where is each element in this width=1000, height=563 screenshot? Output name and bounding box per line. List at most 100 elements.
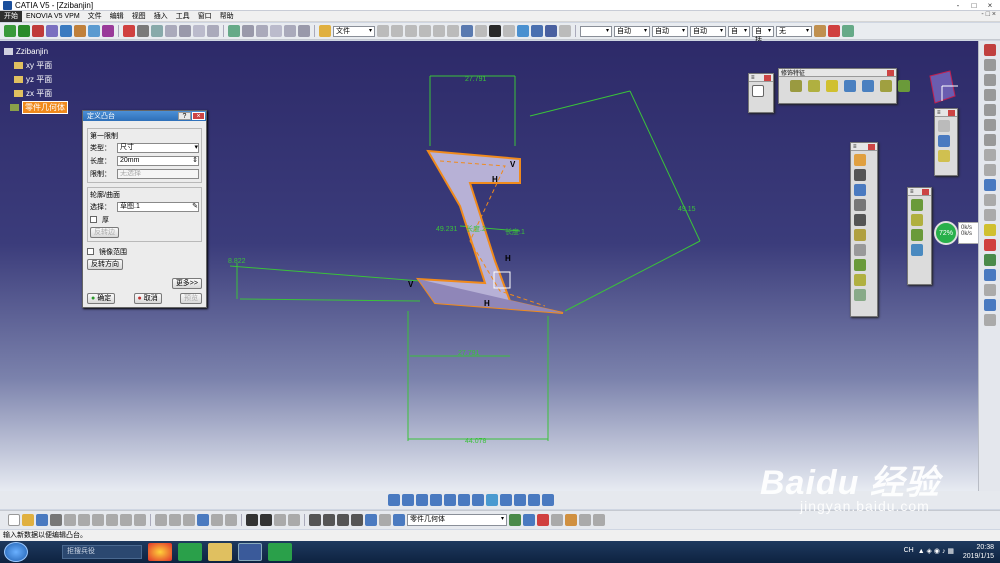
thread-icon[interactable]: [880, 80, 892, 92]
tree-item-xy[interactable]: xy 平面: [4, 58, 68, 72]
paste-icon[interactable]: [92, 514, 104, 526]
graphics-icon[interactable]: [842, 25, 854, 37]
menu-file[interactable]: 文件: [84, 11, 106, 22]
close-button[interactable]: ×: [982, 0, 998, 10]
folder-icon[interactable]: [319, 25, 331, 37]
dim-width-bottom[interactable]: 27.791: [458, 350, 480, 357]
redo-icon[interactable]: [391, 25, 403, 37]
scale-icon[interactable]: [365, 514, 377, 526]
style-combo[interactable]: 文件 ▾: [333, 25, 375, 37]
material-apply-icon[interactable]: [509, 514, 521, 526]
measure-item-icon[interactable]: [983, 284, 996, 296]
knowledge-icon[interactable]: [256, 25, 268, 37]
mirror-icon[interactable]: [911, 214, 923, 226]
pan-icon[interactable]: [18, 25, 30, 37]
structure-icon[interactable]: [197, 514, 209, 526]
workbench-icon[interactable]: [983, 44, 996, 56]
swap-icon[interactable]: [242, 25, 254, 37]
stiffener-icon[interactable]: [854, 259, 866, 271]
pad-icon[interactable]: [854, 154, 866, 166]
doc-minimize-button[interactable]: -: [981, 11, 983, 18]
panel-close-icon[interactable]: [922, 188, 929, 195]
sketcher-icon[interactable]: [983, 59, 996, 71]
script-icon[interactable]: [284, 25, 296, 37]
multi-view-icon[interactable]: [486, 494, 498, 506]
menu-start[interactable]: 开始: [0, 10, 22, 22]
dialog-close-button[interactable]: ×: [192, 112, 205, 120]
inertia-icon[interactable]: [983, 314, 996, 326]
print-icon[interactable]: [50, 514, 62, 526]
apply-material-icon[interactable]: [565, 514, 577, 526]
assemble-icon[interactable]: [983, 254, 996, 266]
constraint-icon[interactable]: [983, 89, 996, 101]
thickness-combo[interactable]: 自动 ▾: [614, 25, 650, 37]
shading-view-icon[interactable]: [514, 494, 526, 506]
plane-icon[interactable]: [938, 150, 950, 162]
taskbar-search[interactable]: 拒搜兵役: [62, 545, 142, 559]
blank-icon[interactable]: [475, 25, 487, 37]
fly-mode-icon[interactable]: [388, 494, 400, 506]
wechat-icon[interactable]: [268, 543, 292, 561]
panel-close-icon[interactable]: [887, 69, 894, 76]
mirror-checkbox[interactable]: [87, 248, 94, 255]
paint-icon[interactable]: [814, 25, 826, 37]
light-icon[interactable]: [551, 514, 563, 526]
hole-icon[interactable]: [854, 214, 866, 226]
analysis-view-icon[interactable]: [593, 514, 605, 526]
law-icon[interactable]: [179, 25, 191, 37]
cancel-button[interactable]: ● 取消: [133, 293, 162, 304]
explorer-icon[interactable]: [208, 543, 232, 561]
doc-restore-button[interactable]: □: [986, 11, 990, 18]
boolean-icon[interactable]: [983, 239, 996, 251]
menu-view[interactable]: 视图: [128, 11, 150, 22]
measure-icon[interactable]: [60, 25, 72, 37]
material-icon[interactable]: [983, 224, 996, 236]
shaft-icon[interactable]: [854, 184, 866, 196]
cursor-icon[interactable]: [983, 209, 996, 221]
check-icon[interactable]: [193, 25, 205, 37]
thickness-icon[interactable]: [862, 80, 874, 92]
insert-body-icon[interactable]: [379, 514, 391, 526]
new-icon[interactable]: [8, 514, 20, 526]
knowledge-advisor-icon[interactable]: [579, 514, 591, 526]
dim-diagonal-right[interactable]: 49.15: [678, 206, 696, 213]
panel-close-icon[interactable]: [868, 143, 875, 150]
zoom-in-icon[interactable]: [444, 494, 456, 506]
pan-view-icon[interactable]: [416, 494, 428, 506]
minimize-button[interactable]: -: [950, 0, 966, 10]
table-icon[interactable]: [151, 25, 163, 37]
lock-icon[interactable]: [309, 514, 321, 526]
line-weight-combo[interactable]: 自动 ▾: [652, 25, 688, 37]
line-tool-icon[interactable]: [983, 149, 996, 161]
zoom-out-icon[interactable]: [458, 494, 470, 506]
union-icon[interactable]: [983, 269, 996, 281]
rule-icon[interactable]: [270, 25, 282, 37]
menu-insert[interactable]: 插入: [150, 11, 172, 22]
sketch-icon[interactable]: [752, 85, 764, 97]
paste-icon[interactable]: [433, 25, 445, 37]
draft-icon[interactable]: [826, 80, 838, 92]
type-select[interactable]: 尺寸 ▾: [117, 142, 199, 153]
chrome-icon[interactable]: [148, 543, 172, 561]
translate-icon[interactable]: [911, 199, 923, 211]
swap-space-icon[interactable]: [542, 494, 554, 506]
arrow-icon[interactable]: [983, 194, 996, 206]
groove-icon[interactable]: [854, 199, 866, 211]
curve-icon[interactable]: [983, 134, 996, 146]
pattern-icon[interactable]: [911, 229, 923, 241]
body-combo[interactable]: 零件几何体 ▾: [407, 514, 507, 526]
edges-icon[interactable]: [545, 25, 557, 37]
table-icon[interactable]: [183, 514, 195, 526]
menu-edit[interactable]: 编辑: [106, 11, 128, 22]
insert-set-icon[interactable]: [393, 514, 405, 526]
line-type-combo[interactable]: ▾: [580, 25, 612, 37]
tray-icons[interactable]: ▲ ◈ ◉ ♪ ▦: [918, 547, 954, 555]
layer-none-combo[interactable]: 无 ▾: [776, 25, 812, 37]
layer-combo[interactable]: 自括 ▾: [752, 25, 774, 44]
shading-icon[interactable]: [531, 25, 543, 37]
dim-total-bottom[interactable]: 44.078: [465, 438, 487, 445]
axis-system-icon[interactable]: [323, 514, 335, 526]
cut-icon[interactable]: [64, 514, 76, 526]
clock[interactable]: 20:38 2019/1/15: [963, 543, 994, 561]
rotate-icon[interactable]: [430, 494, 442, 506]
